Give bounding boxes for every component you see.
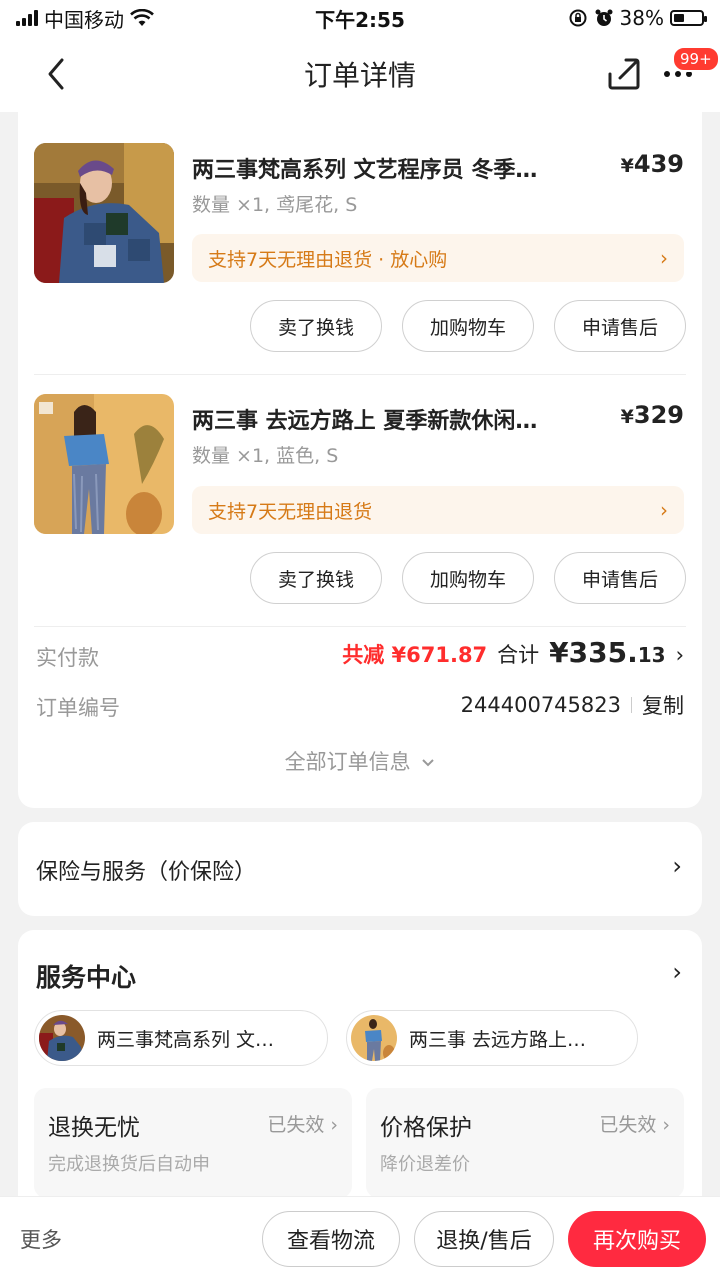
return-policy-text: 支持7天无理由退货 · 放心购	[208, 248, 448, 271]
product-spec: 数量 ×1, 鸢尾花, S	[192, 194, 358, 216]
return-policy-text: 支持7天无理由退货	[208, 500, 373, 523]
product-spec: 数量 ×1, 蓝色, S	[192, 445, 339, 467]
order-card: 两三事梵高系列 文艺程序员 冬季… ¥439 数量 ×1, 鸢尾花, S 支持7…	[18, 112, 702, 808]
product-actions: 卖了换钱 加购物车 申请售后	[250, 552, 686, 604]
divider	[34, 626, 686, 627]
signal-icon	[16, 10, 38, 26]
wifi-icon	[130, 9, 154, 26]
service-name: 退换无忧	[48, 1115, 140, 1141]
product-image[interactable]	[34, 143, 174, 283]
all-order-info-label: 全部订单信息	[284, 750, 411, 774]
product-item[interactable]: 两三事梵高系列 文艺程序员 冬季… ¥439 数量 ×1, 鸢尾花, S 支持7…	[18, 112, 702, 374]
return-policy-banner[interactable]: 支持7天无理由退货 ›	[192, 486, 684, 534]
order-number-label: 订单编号	[36, 696, 120, 720]
service-desc: 降价退差价	[380, 1154, 470, 1175]
chip-label: 两三事 去远方路上…	[409, 1028, 587, 1051]
chevron-right-icon: ›	[672, 852, 682, 880]
total-label: 合计	[497, 643, 540, 667]
service-center-card: 服务中心 › 两三事梵高系列 文… 两三事 去远方路上… 退换无忧 已失效 › …	[18, 930, 702, 1198]
bottom-action-bar: 更多 查看物流 退换/售后 再次购买	[0, 1196, 720, 1280]
share-icon[interactable]	[606, 56, 642, 92]
insurance-card[interactable]: 保险与服务（价保险） ›	[18, 822, 702, 916]
chevron-right-icon: ›	[660, 498, 668, 522]
chevron-right-icon: ›	[675, 643, 684, 667]
currency-symbol: ¥	[620, 406, 634, 428]
product-title[interactable]: 两三事 去远方路上 夏季新款休闲…	[192, 403, 537, 435]
order-number-row: 244400745823 复制	[461, 690, 684, 720]
more-link[interactable]: 更多	[20, 1224, 62, 1254]
sell-button[interactable]: 卖了换钱	[250, 552, 382, 604]
rebuy-button[interactable]: 再次购买	[568, 1211, 706, 1267]
service-box-price-protect[interactable]: 价格保护 已失效 › 降价退差价	[366, 1088, 684, 1198]
status-left: 中国移动	[16, 4, 154, 33]
separator	[631, 697, 632, 713]
order-number: 244400745823	[460, 693, 621, 717]
product-title[interactable]: 两三事梵高系列 文艺程序员 冬季…	[192, 152, 537, 184]
product-thumb	[351, 1015, 397, 1061]
product-actions: 卖了换钱 加购物车 申请售后	[250, 300, 686, 352]
back-icon[interactable]	[40, 54, 72, 94]
insurance-label: 保险与服务（价保险）	[36, 860, 257, 885]
product-thumb	[39, 1015, 85, 1061]
notification-badge: 99+	[672, 46, 720, 72]
service-desc: 完成退换货后自动申	[48, 1154, 210, 1175]
price-value: 439	[633, 150, 684, 178]
carrier-label: 中国移动	[44, 7, 124, 32]
chevron-down-icon	[422, 759, 435, 767]
total-decimal: 13	[637, 643, 666, 667]
page-title: 订单详情	[303, 59, 416, 92]
battery-icon	[670, 10, 707, 26]
all-order-info-toggle[interactable]: 全部订单信息	[18, 746, 702, 776]
chip-label: 两三事梵高系列 文…	[97, 1028, 275, 1051]
add-to-cart-button[interactable]: 加购物车	[402, 552, 534, 604]
payment-summary[interactable]: 共减 ¥671.87 合计 ¥335.13 ›	[342, 636, 684, 669]
service-product-chip[interactable]: 两三事 去远方路上…	[346, 1010, 638, 1066]
product-price: ¥439	[621, 150, 684, 178]
return-after-sales-button[interactable]: 退换/售后	[414, 1211, 554, 1267]
product-item[interactable]: 两三事 去远方路上 夏季新款休闲… ¥329 数量 ×1, 蓝色, S 支持7天…	[18, 374, 702, 626]
service-status: 已失效 ›	[599, 1114, 670, 1136]
sell-button[interactable]: 卖了换钱	[250, 300, 382, 352]
after-sales-button[interactable]: 申请售后	[554, 552, 686, 604]
copy-button[interactable]: 复制	[642, 690, 684, 720]
nav-bar: 订单详情 99+	[0, 36, 720, 112]
total-symbol: ¥	[549, 636, 569, 669]
status-right: 38%	[568, 6, 707, 30]
discount-amount: 共减 ¥671.87	[342, 643, 488, 667]
product-image[interactable]	[34, 394, 174, 534]
service-product-chip[interactable]: 两三事梵高系列 文…	[34, 1010, 328, 1066]
service-status: 已失效 ›	[267, 1114, 338, 1136]
status-bar: 中国移动 下午2:55 38%	[0, 0, 720, 36]
view-logistics-button[interactable]: 查看物流	[262, 1211, 400, 1267]
total-amount: ¥335.13	[549, 636, 665, 669]
total-integer: 335.	[568, 636, 638, 669]
orientation-lock-icon	[569, 9, 587, 27]
chevron-right-icon[interactable]: ›	[672, 958, 682, 986]
payment-label: 实付款	[36, 646, 99, 670]
return-policy-banner[interactable]: 支持7天无理由退货 · 放心购 ›	[192, 234, 684, 282]
chevron-right-icon: ›	[660, 246, 668, 270]
price-value: 329	[633, 401, 684, 429]
service-box-return[interactable]: 退换无忧 已失效 › 完成退换货后自动申	[34, 1088, 352, 1198]
service-center-title: 服务中心	[36, 963, 137, 992]
after-sales-button[interactable]: 申请售后	[554, 300, 686, 352]
alarm-icon	[595, 9, 613, 26]
battery-percent: 38%	[619, 6, 664, 30]
currency-symbol: ¥	[620, 155, 634, 177]
service-name: 价格保护	[380, 1115, 472, 1141]
product-price: ¥329	[621, 401, 684, 429]
add-to-cart-button[interactable]: 加购物车	[402, 300, 534, 352]
